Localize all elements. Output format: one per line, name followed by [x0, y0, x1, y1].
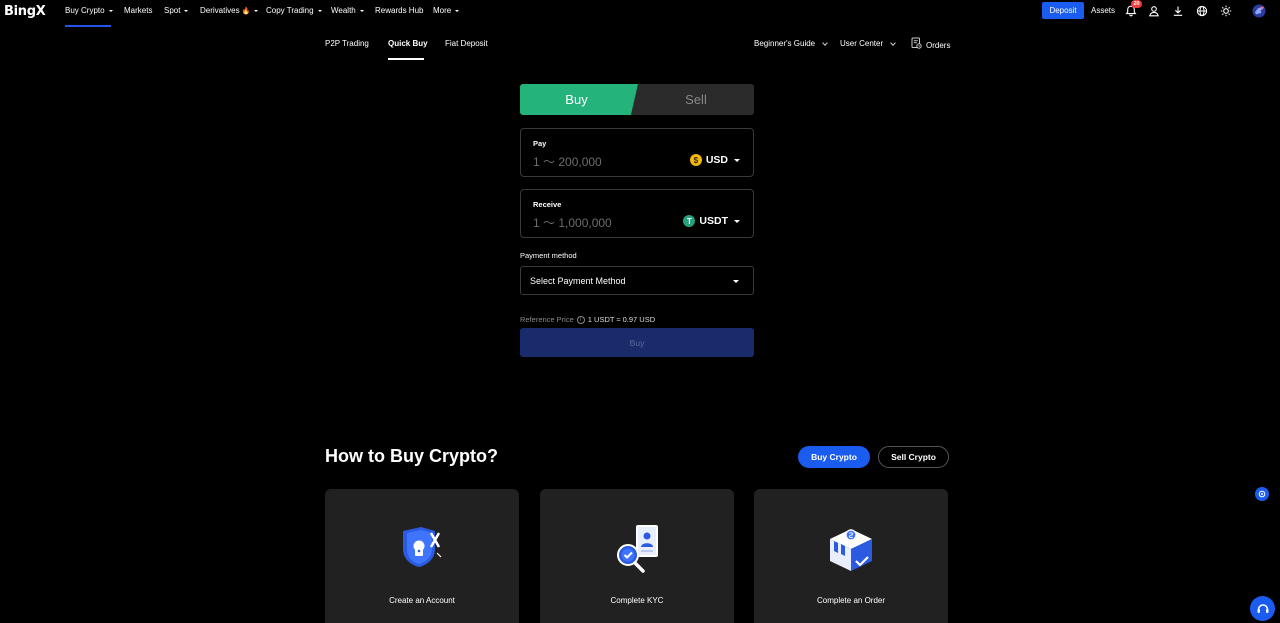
- nav-label: More: [433, 6, 452, 15]
- payment-method-placeholder: Select Payment Method: [530, 275, 626, 286]
- guide-label: Beginner's Guide: [754, 39, 816, 48]
- pay-label: Pay: [533, 139, 547, 148]
- settings-float-icon[interactable]: [1255, 487, 1269, 501]
- active-nav-indicator: [65, 25, 111, 27]
- receive-currency-selector[interactable]: T USDT: [683, 215, 740, 227]
- chevron-down-icon: [822, 39, 828, 46]
- buy-submit-button[interactable]: Buy: [520, 328, 754, 357]
- tab-label: P2P Trading: [325, 39, 369, 48]
- nav-label: Wealth: [331, 6, 356, 15]
- receive-currency-label: USDT: [699, 215, 728, 227]
- assets-link[interactable]: Assets: [1091, 6, 1115, 15]
- nav-spot[interactable]: Spot: [164, 6, 189, 15]
- shield-lock-icon: [397, 523, 447, 573]
- chevron-down-icon: [890, 39, 896, 46]
- download-icon[interactable]: [1171, 4, 1185, 18]
- tab-label: Fiat Deposit: [445, 39, 488, 48]
- reference-price: Reference Price i 1 USDT ≈ 0.97 USD: [520, 315, 655, 324]
- step-card-complete-order: Complete an Order: [754, 489, 948, 623]
- buy-sell-toggle: Buy Sell: [520, 84, 754, 115]
- reference-price-label: Reference Price: [520, 315, 574, 324]
- top-navigation: BingX Buy Crypto Markets Spot Derivative…: [0, 0, 1280, 27]
- usdt-coin-icon: T: [683, 215, 696, 227]
- info-icon[interactable]: i: [576, 315, 585, 324]
- nav-rewards-hub[interactable]: Rewards Hub: [375, 6, 423, 15]
- tab-fiat-deposit[interactable]: Fiat Deposit: [445, 39, 488, 48]
- caret-down-icon: [455, 9, 460, 12]
- sell-tab[interactable]: Sell: [638, 84, 754, 115]
- receive-label: Receive: [533, 200, 562, 209]
- sell-crypto-button[interactable]: Sell Crypto: [878, 446, 949, 468]
- tab-quick-buy[interactable]: Quick Buy: [388, 39, 428, 48]
- payment-method-select[interactable]: Select Payment Method: [520, 266, 754, 295]
- nav-label: Derivatives: [200, 6, 240, 15]
- pay-field[interactable]: Pay 1 ～ 200,000 $ USD: [520, 128, 754, 177]
- tab-p2p-trading[interactable]: P2P Trading: [325, 39, 369, 48]
- nav-label: Spot: [164, 6, 181, 15]
- fire-icon: 🔥: [241, 7, 251, 15]
- step-card-complete-kyc: Complete KYC: [540, 489, 734, 623]
- orders-icon: [911, 37, 922, 51]
- nav-buy-crypto[interactable]: Buy Crypto: [65, 6, 113, 15]
- orders-link[interactable]: Orders: [911, 37, 950, 51]
- buy-crypto-button[interactable]: Buy Crypto: [798, 446, 870, 468]
- payment-method-label: Payment method: [520, 251, 577, 260]
- globe-icon[interactable]: [1195, 4, 1209, 18]
- receive-amount-input[interactable]: 1 ～ 1,000,000: [533, 214, 612, 231]
- bingx-logo[interactable]: BingX: [4, 4, 46, 19]
- notification-badge: 20: [1131, 0, 1142, 8]
- orders-label: Orders: [926, 40, 951, 50]
- step-card-create-account: Create an Account: [325, 489, 519, 623]
- pay-currency-label: USD: [705, 154, 728, 166]
- nav-wealth[interactable]: Wealth: [331, 6, 364, 15]
- dropdown-arrow-icon: [733, 280, 739, 283]
- dropdown-arrow-icon: [734, 158, 740, 162]
- nav-markets[interactable]: Markets: [124, 6, 152, 15]
- receive-field[interactable]: Receive 1 ～ 1,000,000 T USDT: [520, 189, 754, 238]
- nav-label: Buy Crypto: [65, 6, 105, 15]
- usd-coin-icon: $: [689, 154, 702, 166]
- step-label: Complete KYC: [610, 596, 664, 605]
- beginners-guide-dropdown[interactable]: Beginner's Guide: [754, 39, 828, 48]
- pay-currency-selector[interactable]: $ USD: [689, 154, 740, 166]
- user-center-label: User Center: [840, 39, 884, 48]
- nav-label: Copy Trading: [266, 6, 314, 15]
- dropdown-arrow-icon: [734, 219, 740, 223]
- order-box-icon: [826, 523, 876, 573]
- step-label: Create an Account: [389, 596, 455, 605]
- pay-amount-input[interactable]: 1 ～ 200,000: [533, 153, 602, 170]
- support-chat-icon[interactable]: [1250, 596, 1275, 621]
- nav-derivatives[interactable]: Derivatives 🔥: [200, 6, 259, 15]
- deposit-button[interactable]: Deposit: [1042, 2, 1084, 19]
- avatar[interactable]: [1252, 4, 1266, 18]
- id-verification-icon: [612, 523, 662, 573]
- tab-label: Quick Buy: [388, 39, 428, 48]
- how-to-buy-title: How to Buy Crypto?: [325, 446, 498, 466]
- theme-sun-icon[interactable]: [1219, 4, 1233, 18]
- caret-down-icon: [184, 9, 189, 12]
- nav-label: Markets: [124, 6, 153, 15]
- user-center-dropdown[interactable]: User Center: [840, 39, 896, 48]
- step-label: Complete an Order: [816, 596, 886, 605]
- buy-tab[interactable]: Buy: [520, 84, 638, 115]
- reference-price-value: 1 USDT ≈ 0.97 USD: [587, 315, 656, 324]
- nav-more[interactable]: More: [433, 6, 460, 15]
- caret-down-icon: [359, 9, 364, 12]
- caret-down-icon: [254, 9, 259, 12]
- user-icon[interactable]: [1147, 4, 1161, 18]
- active-tab-indicator: [388, 58, 424, 60]
- nav-label: Rewards Hub: [375, 6, 424, 15]
- caret-down-icon: [108, 9, 113, 12]
- nav-copy-trading[interactable]: Copy Trading: [266, 6, 322, 15]
- caret-down-icon: [317, 9, 322, 12]
